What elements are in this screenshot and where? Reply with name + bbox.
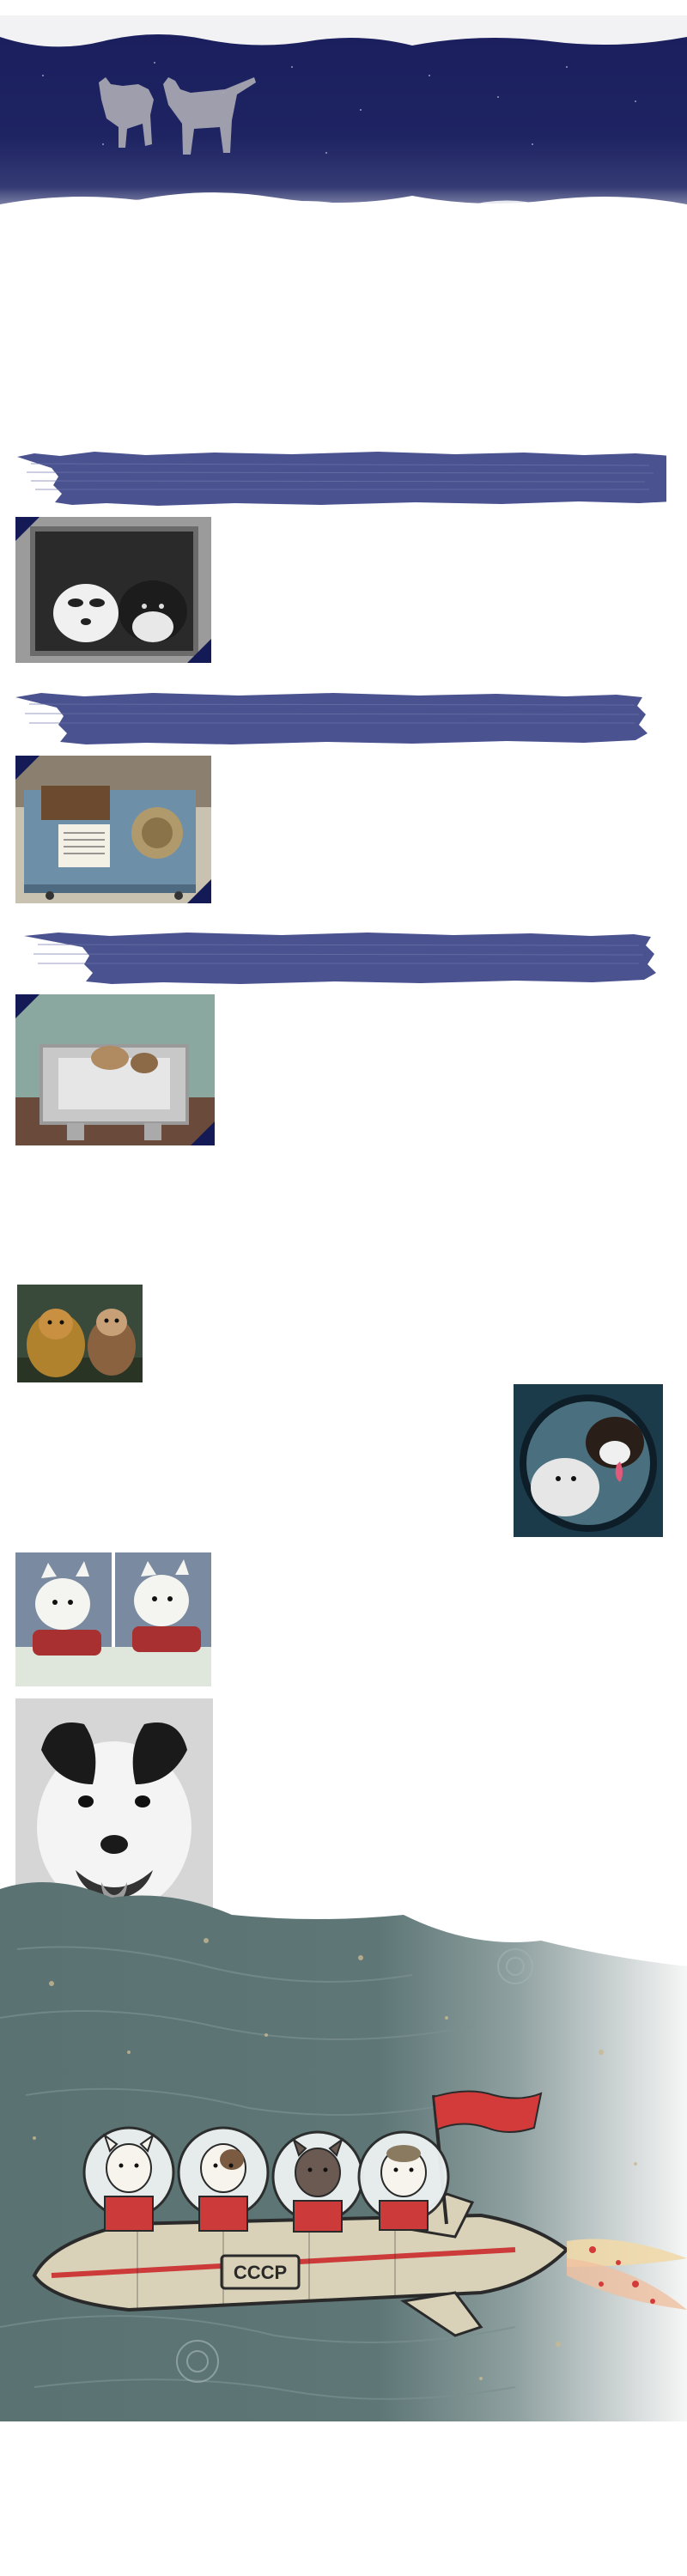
section-photo-training-capsule [15, 994, 215, 1145]
section-photo-museum-capsule [15, 756, 211, 903]
gallery-photo-dogs-in-red-suits [15, 1552, 211, 1686]
section-photo-capsule-dogs [15, 517, 211, 663]
header-banner-art [0, 15, 687, 243]
page: СССР [0, 0, 687, 2576]
rocket-label: СССР [234, 2262, 287, 2283]
header-banner [0, 15, 687, 243]
brush-divider [14, 447, 684, 507]
space-dogs-rocket-illustration: СССР [0, 1880, 687, 2421]
gallery-photo-dogs-in-porthole [514, 1384, 663, 1537]
gallery-photo-two-dogs-sitting [17, 1285, 143, 1382]
brush-divider [21, 926, 656, 986]
brush-divider [12, 685, 651, 745]
